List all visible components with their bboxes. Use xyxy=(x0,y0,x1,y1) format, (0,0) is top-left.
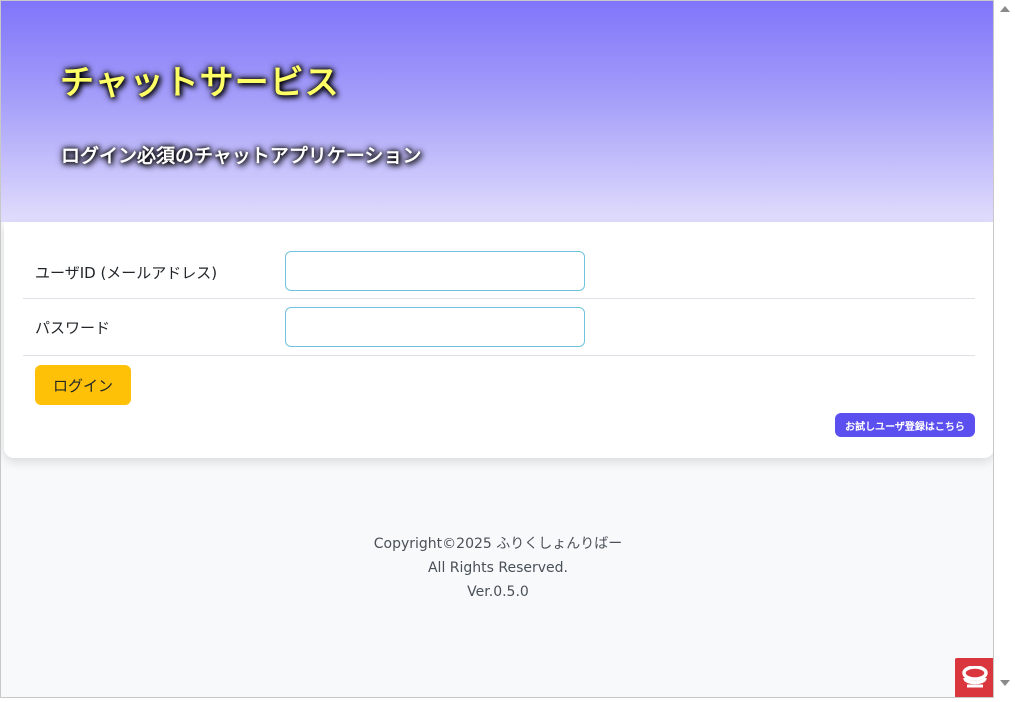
login-button[interactable]: ログイン xyxy=(35,365,131,405)
password-label: パスワード xyxy=(35,319,111,337)
trial-register-button[interactable]: お試しユーザ登録はこちら xyxy=(835,413,975,437)
scroll-down-icon[interactable] xyxy=(1000,680,1010,686)
page-header: チャットサービス ログイン必須のチャットアプリケーション xyxy=(1,1,993,222)
page-subtitle: ログイン必須のチャットアプリケーション xyxy=(61,145,422,167)
cloud-badge-icon[interactable] xyxy=(955,658,993,697)
userid-label: ユーザID (メールアドレス) xyxy=(35,264,218,282)
login-card: ユーザID (メールアドレス) パスワード ログイン お試しユーザ登録はこちら xyxy=(4,222,993,458)
footer-text: Copyright©2025 ふりくしょんりばー All Rights Rese… xyxy=(1,532,993,604)
password-input[interactable] xyxy=(285,307,585,347)
scroll-up-icon[interactable] xyxy=(1000,6,1010,12)
vertical-scrollbar[interactable] xyxy=(995,0,1015,698)
password-row: パスワード xyxy=(23,299,975,356)
footer-copyright: Copyright©2025 ふりくしょんりばー xyxy=(373,536,623,552)
userid-row: ユーザID (メールアドレス) xyxy=(23,244,975,299)
page-viewport: チャットサービス ログイン必須のチャットアプリケーション ユーザID (メールア… xyxy=(0,0,994,698)
cloud-badge-icon-shape xyxy=(962,666,988,688)
page-footer: Copyright©2025 ふりくしょんりばー All Rights Rese… xyxy=(1,482,993,697)
footer-version: Ver.0.5.0 xyxy=(467,584,529,600)
page-title: チャットサービス xyxy=(60,63,340,103)
footer-rights: All Rights Reserved. xyxy=(427,560,569,576)
userid-input[interactable] xyxy=(285,251,585,291)
